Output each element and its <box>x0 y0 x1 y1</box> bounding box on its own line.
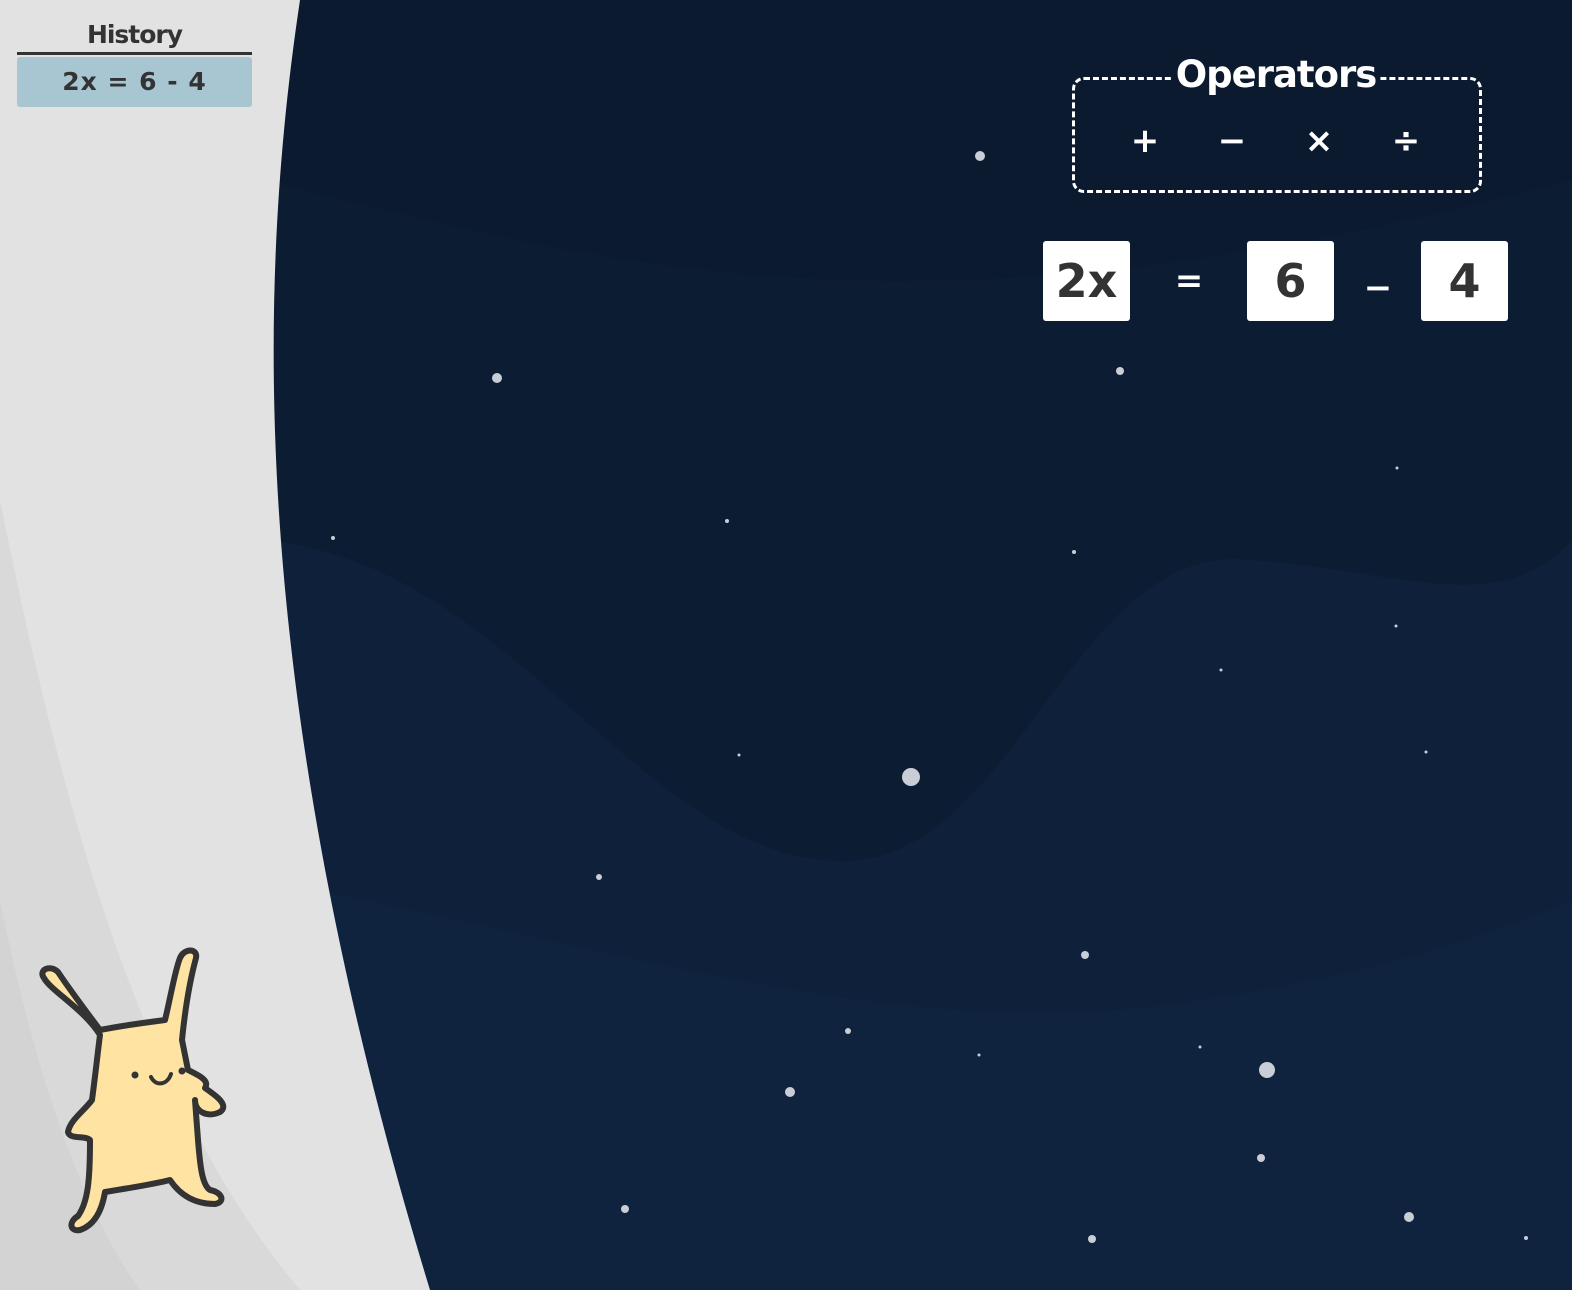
equation-tile-middle[interactable]: 6 <box>1247 241 1334 321</box>
plus-operator-button[interactable]: + <box>1120 116 1170 166</box>
equation-operator: − <box>1363 268 1393 308</box>
multiply-operator-button[interactable]: × <box>1294 116 1344 166</box>
history-title: History <box>17 18 252 55</box>
minus-operator-button[interactable]: − <box>1207 116 1257 166</box>
equation-tile-left[interactable]: 2x <box>1043 241 1130 321</box>
divide-operator-button[interactable]: ÷ <box>1381 116 1431 166</box>
equals-sign: = <box>1174 261 1204 301</box>
operators-title: Operators <box>1172 50 1380 100</box>
equation-tile-right[interactable]: 4 <box>1421 241 1508 321</box>
history-item[interactable]: 2x = 6 - 4 <box>17 57 252 107</box>
mascot-icon <box>39 947 227 1234</box>
